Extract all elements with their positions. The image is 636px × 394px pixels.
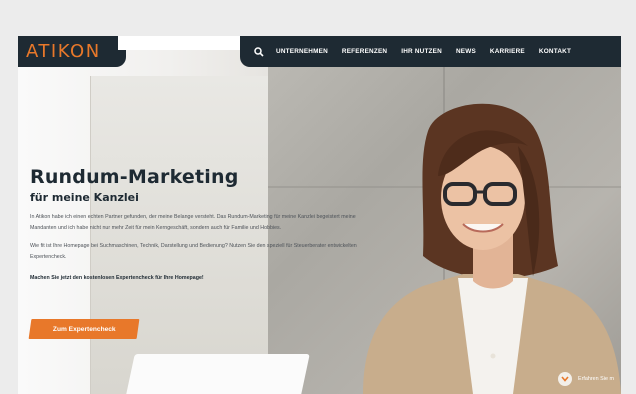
hero-photo-woman <box>363 103 621 394</box>
logo[interactable]: ATIKON <box>26 41 101 62</box>
hero-testimonial: In Atikon habe ich einen echten Partner … <box>30 214 356 231</box>
scroll-hint-label[interactable]: Erfahren Sie m <box>578 376 614 382</box>
laptop-foreground <box>125 354 310 394</box>
chevron-down-icon[interactable] <box>558 372 572 386</box>
hero-subtitle: für meine Kanzlei <box>30 191 139 204</box>
nav-item-referenzen[interactable]: REFERENZEN <box>342 48 387 55</box>
nav-item-news[interactable]: NEWS <box>456 48 476 55</box>
expertencheck-button-label: Zum Expertencheck <box>52 325 116 333</box>
nav-item-unternehmen[interactable]: UNTERNEHMEN <box>276 48 328 55</box>
nav-item-ihr-nutzen[interactable]: IHR NUTZEN <box>401 48 442 55</box>
hero-description: Wie fit ist Ihre Homepage bei Suchmaschi… <box>30 243 357 260</box>
hero-title: Rundum-Marketing <box>30 166 239 188</box>
website: ATIKON UNTERNEHMEN REFERENZEN IHR NUTZEN… <box>18 36 621 394</box>
logo-bar[interactable]: ATIKON <box>18 36 126 67</box>
scroll-hint[interactable]: Erfahren Sie m <box>558 372 614 386</box>
search-icon[interactable] <box>252 45 266 59</box>
main-nav: UNTERNEHMEN REFERENZEN IHR NUTZEN NEWS K… <box>240 36 621 67</box>
hero-content: Rundum-Marketing für meine Kanzlei In At… <box>30 166 370 284</box>
expertencheck-button[interactable]: Zum Expertencheck <box>28 319 140 339</box>
hero-call-to-action-text: Machen Sie jetzt den kostenlosen Experte… <box>30 275 204 281</box>
header-gap <box>118 36 243 50</box>
nav-item-karriere[interactable]: KARRIERE <box>490 48 525 55</box>
nav-item-kontakt[interactable]: KONTAKT <box>539 48 571 55</box>
